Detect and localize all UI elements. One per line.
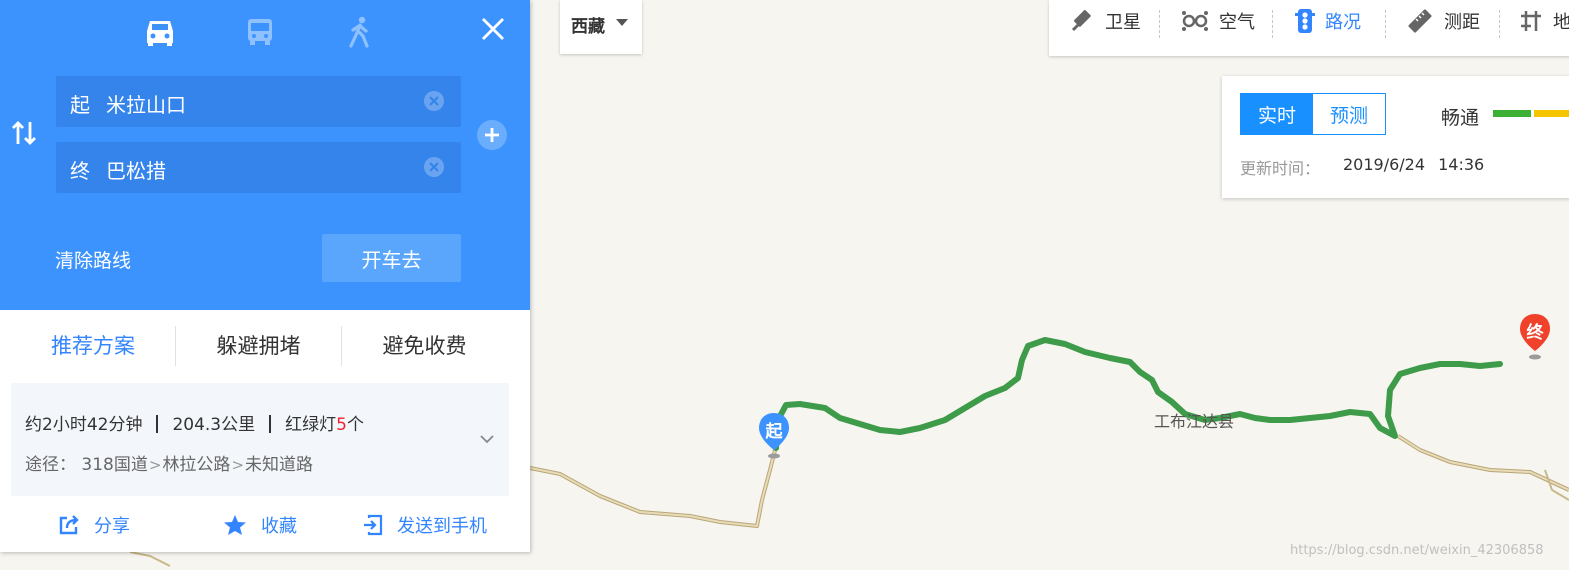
tab-avoid-tolls[interactable]: 避免收费 bbox=[342, 322, 507, 368]
clear-route-link[interactable]: 清除路线 bbox=[55, 246, 131, 273]
route-duration: 约2小时42分钟 bbox=[25, 415, 143, 435]
share-label: 分享 bbox=[94, 516, 130, 537]
clear-icon[interactable] bbox=[423, 90, 445, 112]
map-toolbar: 卫星 空气 路况 测距 地 bbox=[1049, 0, 1569, 56]
favorite-label: 收藏 bbox=[261, 516, 297, 537]
watermark: https://blog.csdn.net/weixin_42306858 bbox=[1290, 543, 1544, 558]
via-road: 318国道 bbox=[81, 455, 148, 475]
plus-icon bbox=[485, 128, 499, 142]
send-to-phone-label: 发送到手机 bbox=[397, 516, 487, 537]
start-tag: 起 bbox=[70, 93, 90, 117]
mode-bus[interactable] bbox=[242, 14, 278, 50]
traffic-panel: 实时 预测 畅通 更新时间： 2019/6/24 14:36 bbox=[1222, 76, 1569, 198]
ruler-icon bbox=[1408, 9, 1432, 33]
swap-button[interactable] bbox=[8, 116, 40, 150]
start-marker-label: 起 bbox=[765, 422, 783, 442]
close-button[interactable] bbox=[476, 12, 510, 46]
send-to-phone-icon bbox=[364, 514, 383, 536]
route-actions: 分享 收藏 发送到手机 bbox=[0, 500, 530, 550]
route-option-tabs: 推荐方案 躲避拥堵 避免收费 bbox=[0, 322, 530, 370]
tool-satellite[interactable]: 卫星 bbox=[1069, 7, 1141, 35]
bus-icon bbox=[248, 19, 272, 45]
end-tag: 终 bbox=[70, 159, 90, 183]
map-place-label: 工布江达县 bbox=[1154, 412, 1235, 431]
tool-traffic-label: 路况 bbox=[1325, 12, 1361, 33]
drive-button[interactable]: 开车去 bbox=[322, 234, 461, 282]
satellite-icon bbox=[1071, 9, 1091, 32]
send-to-phone-button[interactable]: 发送到手机 bbox=[363, 512, 487, 538]
chevron-right-icon: > bbox=[231, 456, 245, 474]
chevron-down-icon[interactable] bbox=[479, 433, 495, 445]
star-icon bbox=[224, 515, 246, 535]
route-search-header: 起 米拉山口 终 巴松措 清除路线 开车去 bbox=[0, 0, 530, 310]
route-via: 途径： 318国道>林拉公路>未知道路 bbox=[25, 450, 313, 475]
end-marker[interactable]: 终 bbox=[1518, 313, 1552, 361]
caret-down-icon bbox=[616, 19, 628, 26]
via-label: 途径： bbox=[25, 455, 76, 475]
forecast-button[interactable]: 预测 bbox=[1313, 94, 1385, 134]
share-icon bbox=[59, 515, 79, 535]
chevron-right-icon: > bbox=[148, 456, 162, 474]
tool-traffic[interactable]: 路况 bbox=[1295, 7, 1361, 35]
tool-subway-label: 地 bbox=[1553, 12, 1569, 33]
traffic-lights-count: 5 bbox=[336, 415, 347, 435]
end-input[interactable]: 巴松措 bbox=[106, 155, 166, 184]
mode-car[interactable] bbox=[142, 14, 178, 50]
route-summary[interactable]: 约2小时42分钟 204.3公里 红绿灯5个 途径： 318国道>林拉公路>未知道路 bbox=[11, 383, 509, 496]
via-road: 林拉公路 bbox=[162, 455, 231, 475]
legend-label: 畅通 bbox=[1441, 107, 1480, 129]
air-icon bbox=[1182, 11, 1208, 31]
traffic-lights-prefix: 红绿灯 bbox=[285, 415, 337, 435]
start-input[interactable]: 米拉山口 bbox=[106, 89, 186, 118]
start-marker[interactable]: 起 bbox=[757, 412, 791, 460]
close-icon bbox=[482, 18, 504, 40]
tab-recommended[interactable]: 推荐方案 bbox=[0, 322, 186, 368]
tool-air[interactable]: 空气 bbox=[1181, 7, 1255, 35]
tool-air-label: 空气 bbox=[1219, 12, 1255, 33]
favorite-button[interactable]: 收藏 bbox=[223, 512, 297, 538]
mode-walk[interactable] bbox=[342, 14, 378, 50]
update-time-label: 更新时间： bbox=[1240, 159, 1321, 178]
via-road: 未知道路 bbox=[245, 455, 314, 475]
end-field[interactable]: 终 巴松措 bbox=[56, 142, 461, 193]
update-time-value: 2019/6/24 14:36 bbox=[1343, 155, 1485, 174]
share-button[interactable]: 分享 bbox=[58, 512, 130, 538]
tool-ruler-label: 测距 bbox=[1444, 12, 1480, 33]
legend-smooth-swatch bbox=[1493, 110, 1531, 117]
tool-subway[interactable]: 地 bbox=[1519, 7, 1569, 35]
end-marker-label: 终 bbox=[1526, 323, 1544, 343]
car-icon bbox=[147, 21, 173, 46]
realtime-button[interactable]: 实时 bbox=[1241, 94, 1313, 134]
tool-ruler[interactable]: 测距 bbox=[1406, 7, 1480, 35]
traffic-light-icon bbox=[1295, 9, 1315, 33]
tab-avoid-congestion[interactable]: 躲避拥堵 bbox=[176, 322, 341, 368]
route-distance: 204.3公里 bbox=[172, 415, 256, 435]
route-panel: 起 米拉山口 终 巴松措 清除路线 开车去 推荐方案 躲避拥堵 避免收费 约2小… bbox=[0, 0, 530, 552]
subway-icon bbox=[1521, 11, 1541, 31]
add-waypoint-button[interactable] bbox=[477, 120, 507, 150]
region-label: 西藏 bbox=[571, 17, 605, 37]
region-selector[interactable]: 西藏 bbox=[560, 0, 642, 54]
swap-icon bbox=[12, 121, 36, 145]
tool-satellite-label: 卫星 bbox=[1105, 12, 1141, 33]
legend-slow-swatch bbox=[1534, 110, 1569, 117]
route-stats: 约2小时42分钟 204.3公里 红绿灯5个 bbox=[25, 410, 364, 435]
traffic-lights-suffix: 个 bbox=[346, 415, 364, 435]
start-field[interactable]: 起 米拉山口 bbox=[56, 76, 461, 127]
clear-icon[interactable] bbox=[423, 156, 445, 178]
walk-icon bbox=[349, 16, 369, 48]
traffic-mode-toggle: 实时 预测 bbox=[1240, 93, 1386, 135]
